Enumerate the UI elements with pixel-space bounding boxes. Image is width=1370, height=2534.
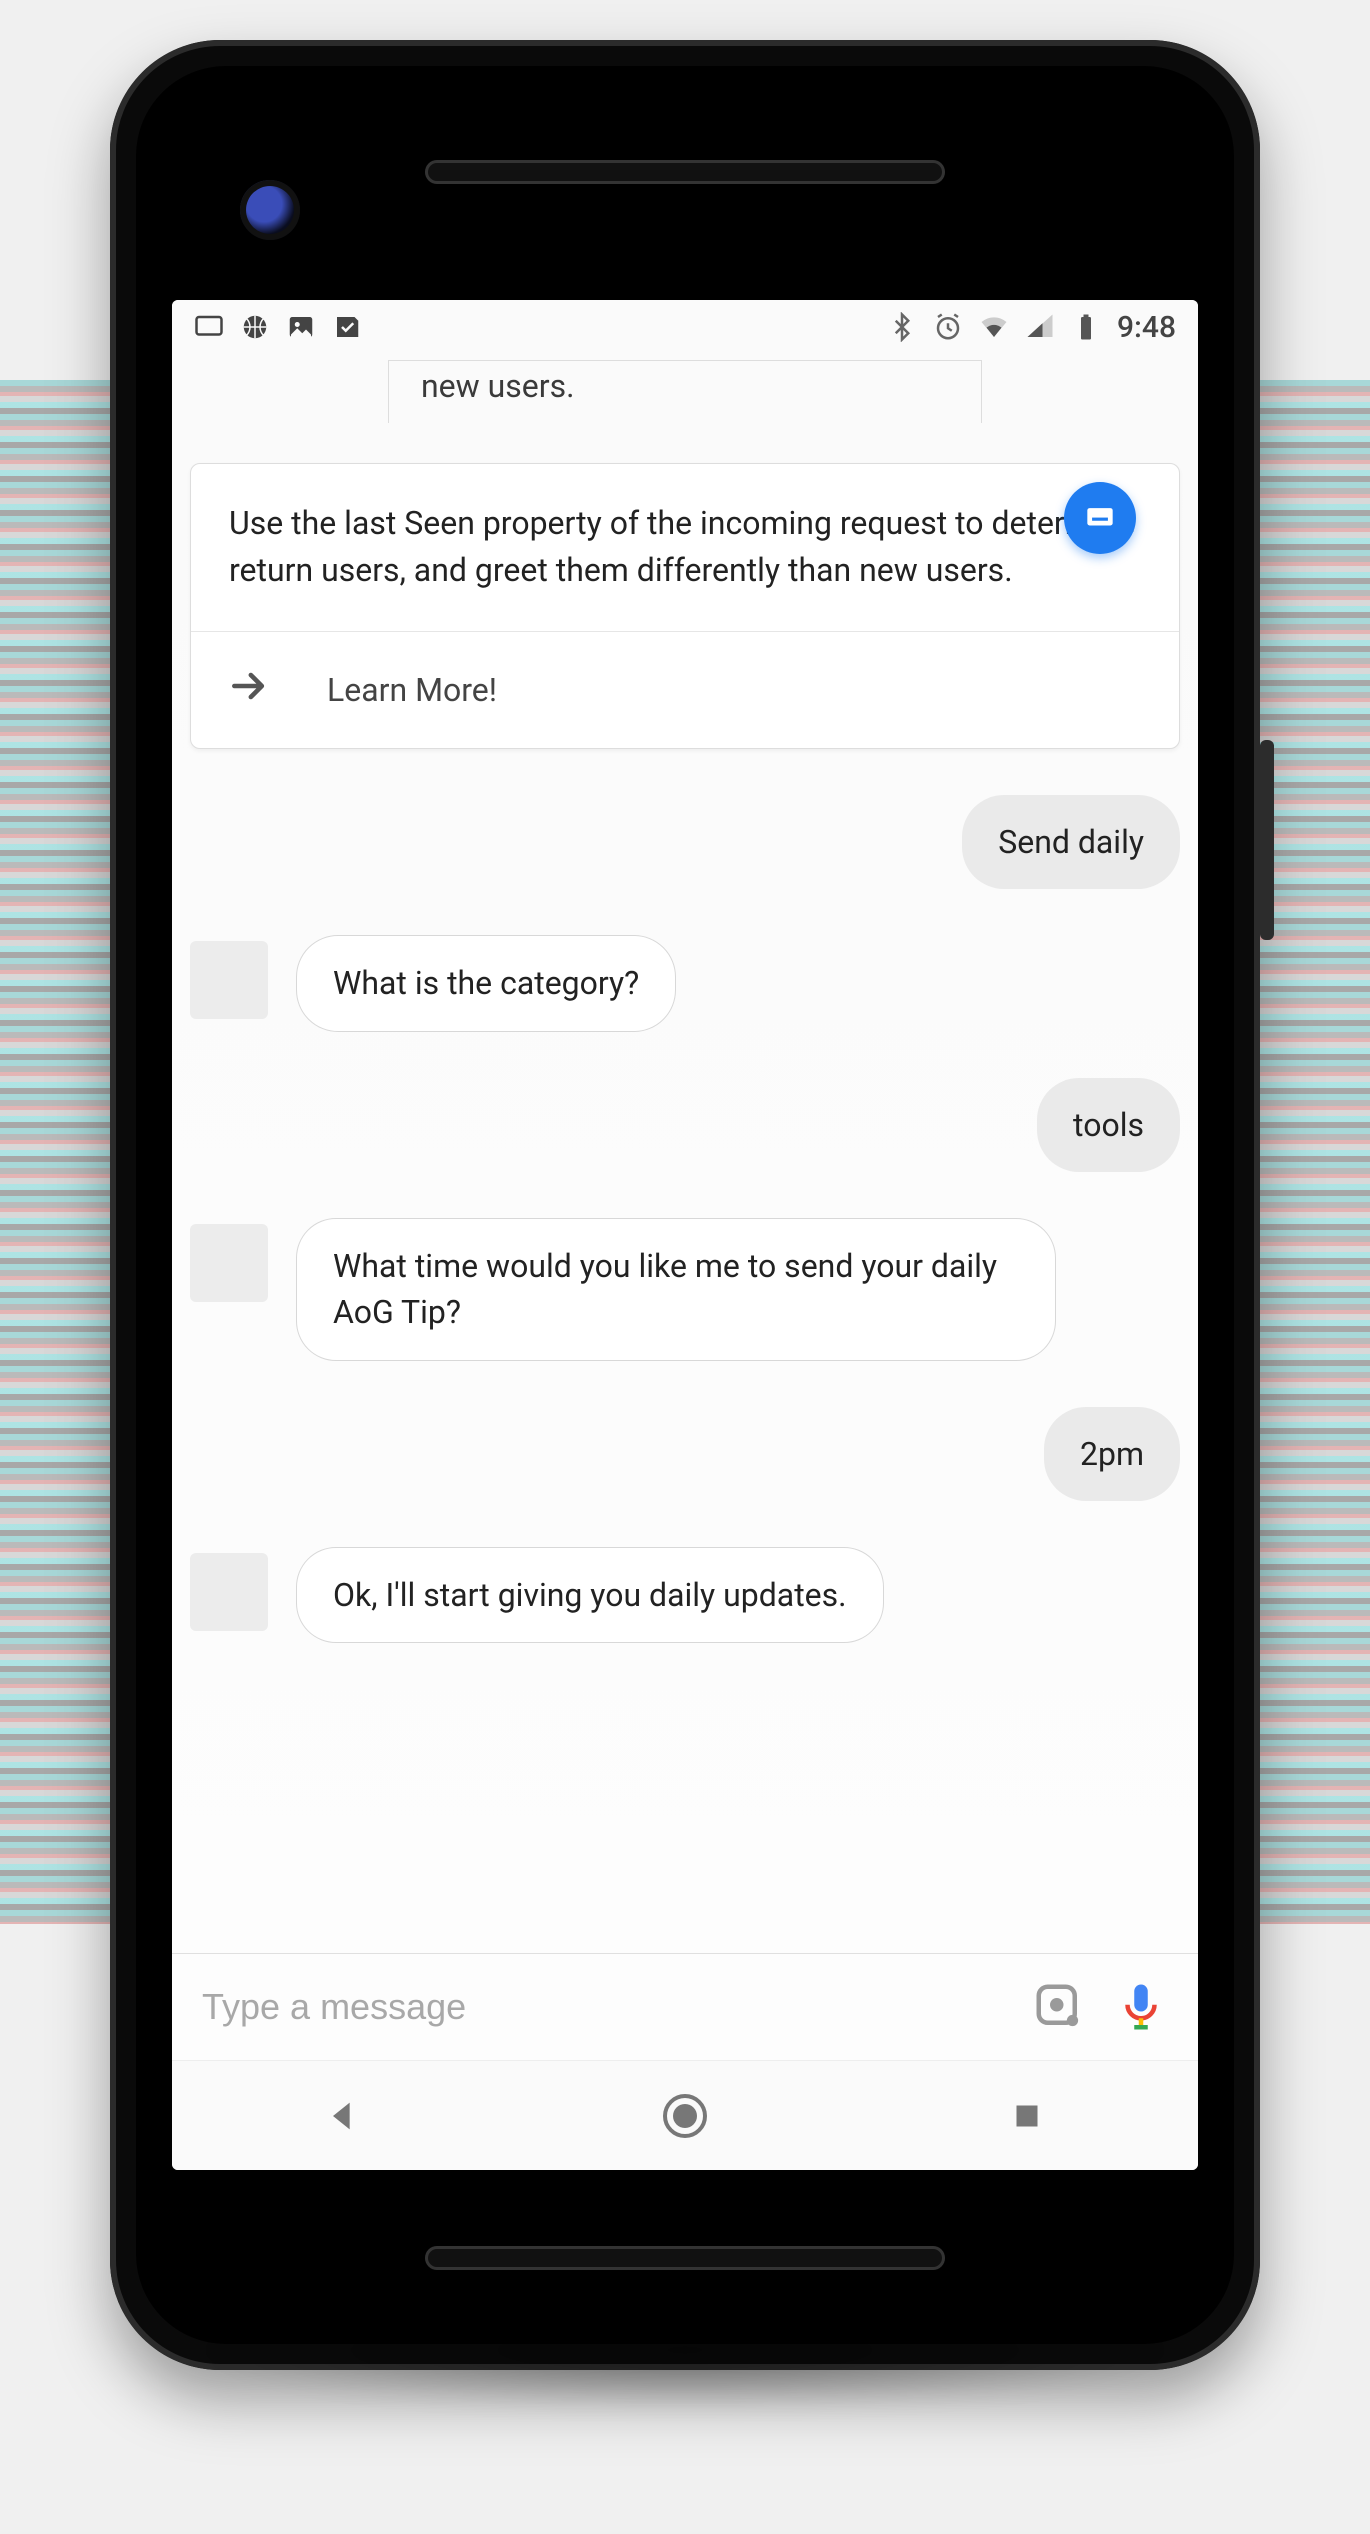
user-message[interactable]: Send daily [962, 795, 1180, 889]
phone-frame: 9:48 new users. Use the last Seen proper… [110, 40, 1260, 2370]
cast-icon [194, 312, 224, 342]
nav-home-button[interactable] [635, 2086, 735, 2146]
bot-message[interactable]: What time would you like me to send your… [296, 1218, 1056, 1361]
screen: 9:48 new users. Use the last Seen proper… [172, 300, 1198, 2170]
message-row: tools [190, 1078, 1180, 1172]
bluetooth-icon [887, 312, 917, 342]
bot-message[interactable]: What is the category? [296, 935, 676, 1031]
status-time: 9:48 [1117, 310, 1176, 345]
user-message[interactable]: tools [1037, 1078, 1180, 1172]
tip-card-body: Use the last Seen property of the incomi… [191, 464, 1179, 631]
phone-camera [240, 180, 300, 240]
nav-recent-button[interactable] [977, 2086, 1077, 2146]
message-row: 2pm [190, 1407, 1180, 1501]
input-bar [172, 1953, 1198, 2060]
message-row: What time would you like me to send your… [190, 1218, 1180, 1361]
check-icon [332, 312, 362, 342]
tip-card: Use the last Seen property of the incomi… [190, 463, 1180, 749]
cell-icon [1025, 312, 1055, 342]
status-left [194, 312, 362, 342]
arrow-right-icon [227, 664, 271, 716]
phone-earpiece [425, 160, 945, 184]
message-input[interactable] [202, 1986, 1004, 2028]
status-bar: 9:48 [172, 300, 1198, 354]
message-row: What is the category? [190, 935, 1180, 1031]
bot-avatar[interactable] [190, 1553, 268, 1631]
mic-icon[interactable] [1114, 1980, 1168, 2034]
alarm-icon [933, 312, 963, 342]
phone-bottom-speaker [425, 2246, 945, 2270]
wifi-icon [979, 312, 1009, 342]
user-message[interactable]: 2pm [1044, 1407, 1180, 1501]
artifact-right [1250, 380, 1370, 1924]
basketball-icon [240, 312, 270, 342]
nav-back-button[interactable] [293, 2086, 393, 2146]
tip-card-action-label: Learn More! [327, 671, 497, 709]
prev-card-stub: new users. [388, 360, 982, 423]
image-icon [286, 312, 316, 342]
artifact-left [0, 380, 120, 1924]
bot-avatar[interactable] [190, 941, 268, 1019]
status-right: 9:48 [887, 310, 1176, 345]
battery-icon [1071, 312, 1101, 342]
message-row: Ok, I'll start giving you daily updates. [190, 1547, 1180, 1643]
android-navbar [172, 2060, 1198, 2170]
message-row: Send daily [190, 795, 1180, 889]
bot-avatar[interactable] [190, 1224, 268, 1302]
prev-card-stub-text: new users. [421, 367, 575, 405]
app-badge-icon [1081, 497, 1119, 539]
lens-icon[interactable] [1032, 1980, 1086, 2034]
bot-message[interactable]: Ok, I'll start giving you daily updates. [296, 1547, 884, 1643]
phone-power-button [1260, 740, 1274, 940]
tip-card-action[interactable]: Learn More! [191, 631, 1179, 748]
app-badge[interactable] [1064, 482, 1136, 554]
conversation[interactable]: new users. Use the last Seen property of… [172, 354, 1198, 1953]
